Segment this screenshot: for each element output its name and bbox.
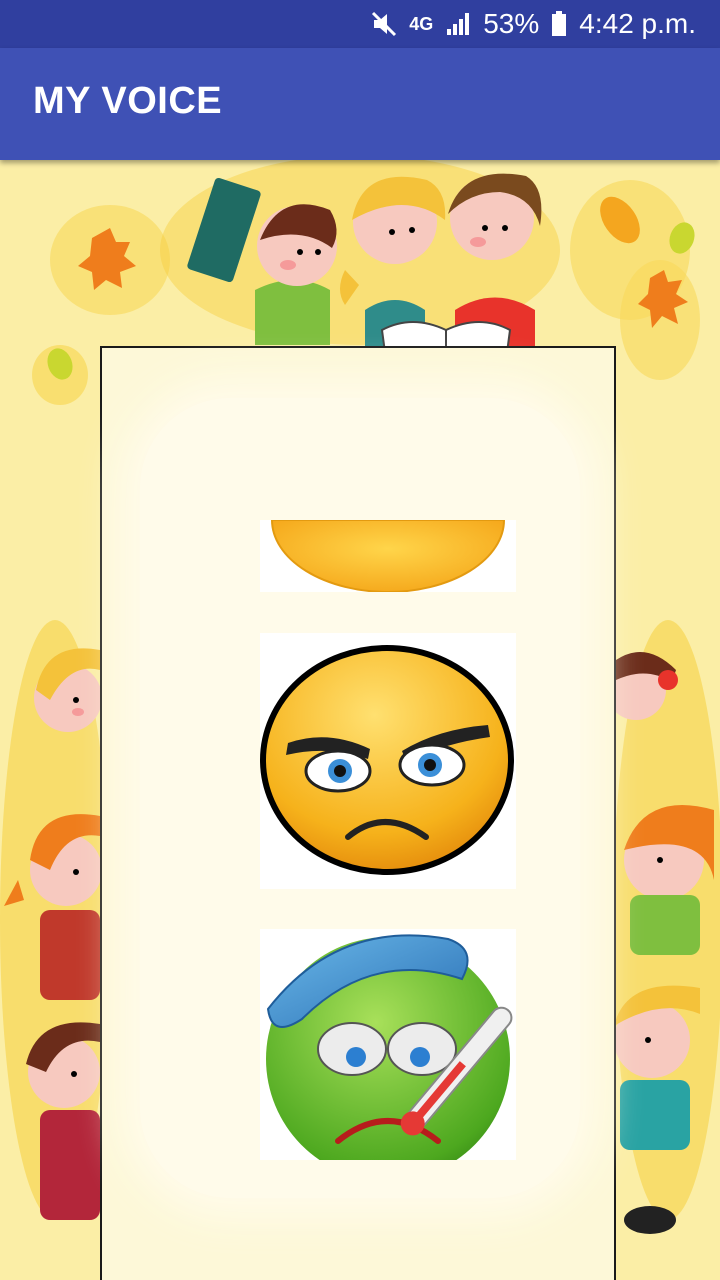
- app-title: MY VOICE: [33, 80, 223, 122]
- battery-percent: 53%: [483, 8, 540, 39]
- app-bar: MY VOICE: [0, 48, 720, 160]
- network-4g-icon: 4G: [409, 14, 434, 34]
- status-icons: 4G 53% 4:42 p.m.: [371, 0, 696, 48]
- signal-icon: [445, 11, 471, 37]
- screen: 4G 53% 4:42 p.m. MY VOICE: [0, 0, 720, 1280]
- mute-icon: [371, 11, 397, 37]
- status-bar: 4G 53% 4:42 p.m.: [0, 0, 720, 48]
- clock: 4:42 p.m.: [579, 8, 696, 39]
- angry-emoji[interactable]: [260, 633, 516, 889]
- battery-icon: [551, 11, 567, 37]
- happy-emoji[interactable]: [260, 520, 516, 592]
- sick-emoji[interactable]: [260, 929, 516, 1160]
